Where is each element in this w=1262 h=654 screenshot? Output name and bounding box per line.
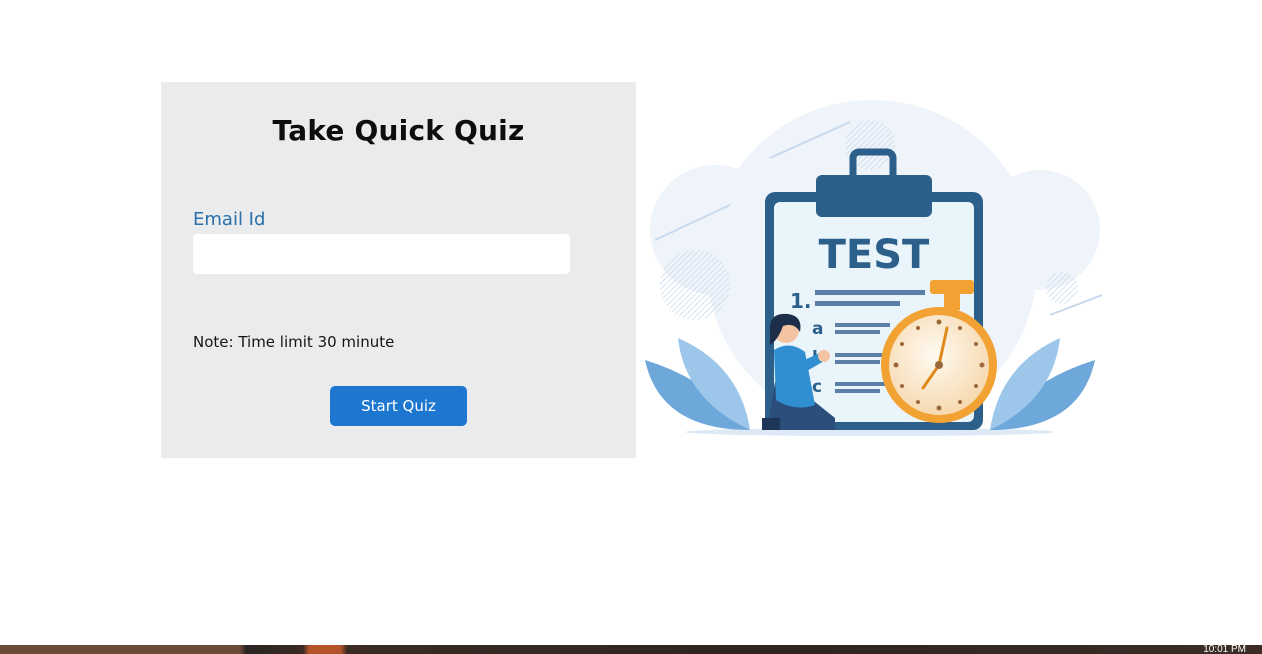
option-line: [835, 323, 890, 327]
question-line: [815, 290, 925, 295]
page-title: Take Quick Quiz: [272, 114, 525, 147]
email-label: Email Id: [193, 209, 266, 230]
time-limit-note: Note: Time limit 30 minute: [193, 333, 395, 351]
hatched-circle: [660, 250, 730, 320]
taskbar-clock: 10:01 PM: [1203, 645, 1246, 654]
question-line: [815, 301, 900, 306]
hatched-circle: [1046, 272, 1078, 304]
taskbar: [0, 645, 1262, 654]
option-a-label: a: [812, 319, 823, 339]
option-line: [835, 382, 890, 386]
background-blob: [980, 170, 1100, 290]
quiz-illustration: TEST 1. a b c: [645, 100, 1102, 436]
test-heading: TEST: [819, 232, 930, 278]
email-field[interactable]: [193, 234, 570, 274]
start-quiz-button[interactable]: Start Quiz: [330, 386, 467, 426]
quiz-card: Take Quick Quiz Email Id Note: Time limi…: [161, 82, 636, 458]
option-c-label: c: [812, 377, 822, 397]
option-line: [835, 360, 880, 364]
option-line: [835, 389, 880, 393]
item-number: 1.: [790, 289, 812, 313]
option-line: [835, 330, 880, 334]
